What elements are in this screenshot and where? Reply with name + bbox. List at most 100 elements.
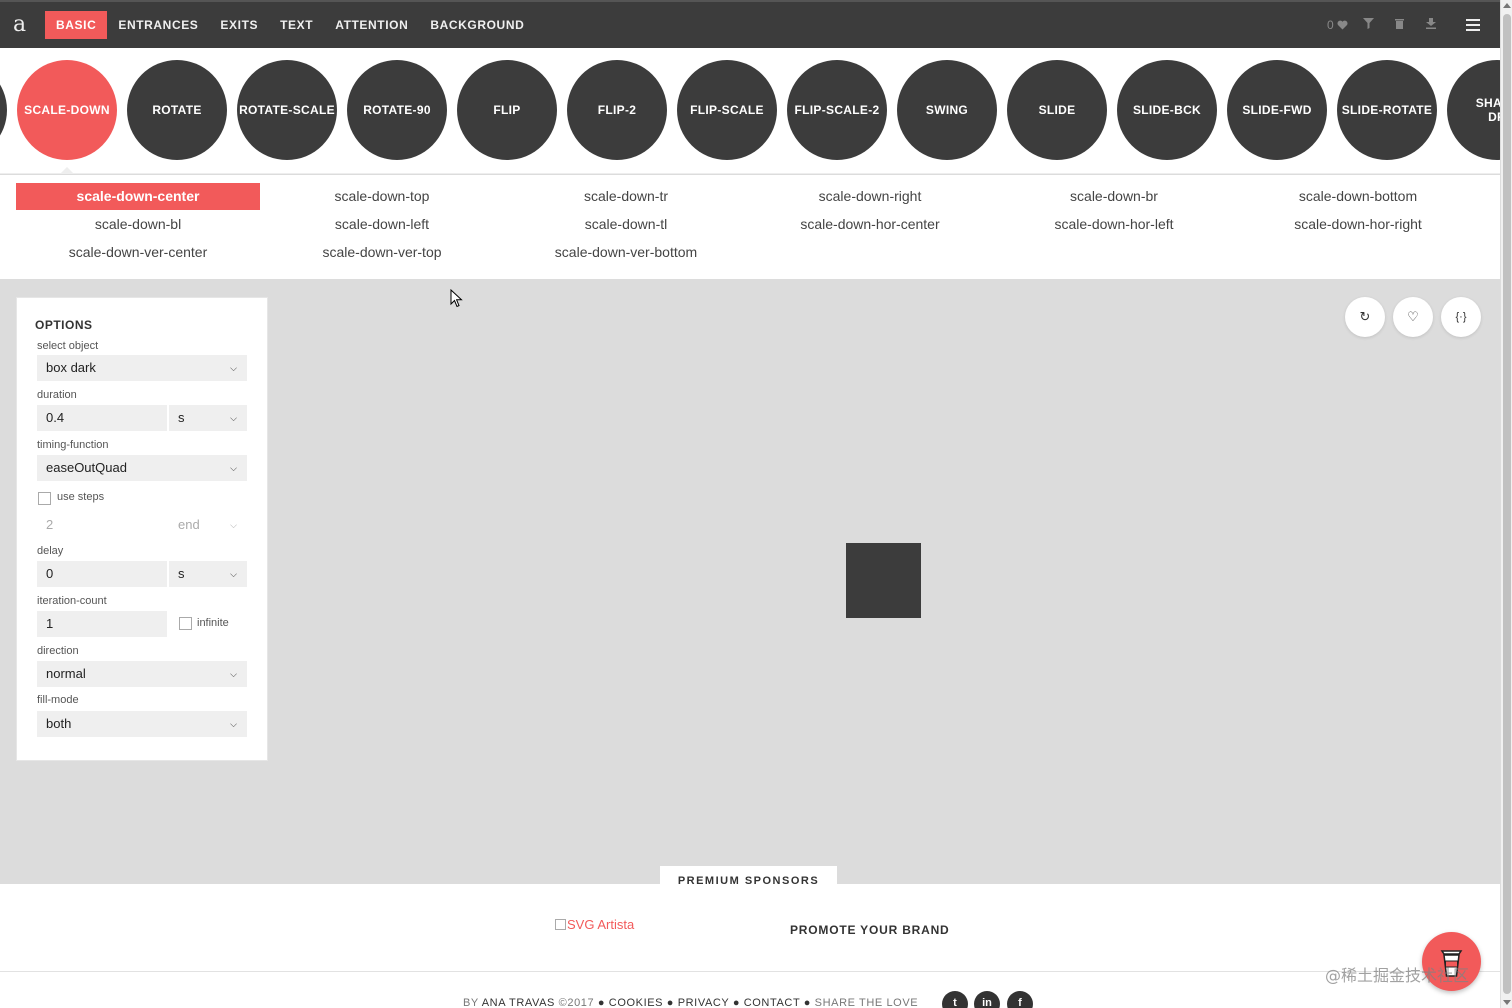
circle-previous[interactable] bbox=[0, 60, 7, 160]
watermark-text: @稀土掘金技术社区 bbox=[1325, 966, 1470, 985]
sponsor-logo-link[interactable]: SVG Artista bbox=[555, 917, 634, 932]
variant-scale-down-hor-center[interactable]: scale-down-hor-center bbox=[748, 211, 992, 238]
circle-list: SCALE-DOWN ROTATE ROTATE-SCALE ROTATE-90… bbox=[0, 60, 1500, 160]
scrollbar-thumb[interactable] bbox=[1503, 14, 1511, 994]
circle-rotate-90[interactable]: ROTATE-90 bbox=[347, 60, 447, 160]
variant-scale-down-br[interactable]: scale-down-br bbox=[992, 183, 1236, 210]
variant-scale-down-center[interactable]: scale-down-center bbox=[16, 183, 260, 210]
circle-flip-2[interactable]: FLIP-2 bbox=[567, 60, 667, 160]
variant-scale-down-ver-bottom[interactable]: scale-down-ver-bottom bbox=[504, 239, 748, 266]
fill-mode-dropdown[interactable]: both ⌵ bbox=[37, 711, 247, 737]
variant-scale-down-left[interactable]: scale-down-left bbox=[260, 211, 504, 238]
circle-slide-fwd[interactable]: SLIDE-FWD bbox=[1227, 60, 1327, 160]
variant-scale-down-ver-center[interactable]: scale-down-ver-center bbox=[16, 239, 260, 266]
timing-function-label: timing-function bbox=[37, 439, 109, 451]
generate-code-button[interactable]: {·} bbox=[1441, 297, 1481, 337]
page-scrollbar[interactable] bbox=[1500, 0, 1512, 1008]
nav-background[interactable]: BACKGROUND bbox=[419, 11, 535, 39]
scroll-up-arrow-icon[interactable] bbox=[1503, 3, 1511, 8]
variant-scale-down-bottom[interactable]: scale-down-bottom bbox=[1236, 183, 1480, 210]
scroll-down-arrow-icon[interactable] bbox=[1503, 1000, 1511, 1005]
contact-link[interactable]: CONTACT bbox=[744, 997, 800, 1008]
nav-exits[interactable]: EXITS bbox=[209, 11, 269, 39]
chevron-down-icon: ⌵ bbox=[230, 569, 237, 579]
duration-unit-value: s bbox=[178, 410, 185, 425]
circle-slide-bck[interactable]: SLIDE-BCK bbox=[1117, 60, 1217, 160]
chevron-down-icon: ⌵ bbox=[230, 520, 237, 530]
variant-scale-down-hor-left[interactable]: scale-down-hor-left bbox=[992, 211, 1236, 238]
nav-text[interactable]: TEXT bbox=[269, 11, 324, 39]
active-indicator bbox=[61, 167, 73, 173]
author-link[interactable]: ANA TRAVAS bbox=[482, 997, 555, 1008]
demo-object-box bbox=[846, 543, 921, 618]
circle-swing[interactable]: SWING bbox=[897, 60, 997, 160]
variant-scale-down-right[interactable]: scale-down-right bbox=[748, 183, 992, 210]
iteration-count-label: iteration-count bbox=[37, 595, 107, 607]
variant-scale-down-tr[interactable]: scale-down-tr bbox=[504, 183, 748, 210]
circle-flip-scale-2[interactable]: FLIP-SCALE-2 bbox=[787, 60, 887, 160]
heart-icon bbox=[1337, 20, 1348, 30]
nav-basic[interactable]: BASIC bbox=[45, 11, 108, 39]
select-object-label: select object bbox=[37, 340, 99, 352]
variant-scale-down-bl[interactable]: scale-down-bl bbox=[16, 211, 260, 238]
footer-year: ©2017 bbox=[558, 997, 595, 1008]
variant-scale-down-tl[interactable]: scale-down-tl bbox=[504, 211, 748, 238]
delay-label: delay bbox=[37, 545, 64, 557]
favorites-counter[interactable]: 0 bbox=[1322, 18, 1353, 32]
use-steps-checkbox[interactable] bbox=[38, 492, 51, 505]
heart-icon: ♡ bbox=[1407, 309, 1419, 324]
download-button[interactable] bbox=[1415, 18, 1446, 32]
timing-function-value: easeOutQuad bbox=[46, 460, 127, 475]
steps-input: 2 bbox=[46, 517, 54, 532]
direction-dropdown[interactable]: normal ⌵ bbox=[37, 661, 247, 687]
variant-scale-down-top[interactable]: scale-down-top bbox=[260, 183, 504, 210]
cookies-link[interactable]: COOKIES bbox=[609, 997, 663, 1008]
circle-slide-rotate[interactable]: SLIDE-ROTATE bbox=[1337, 60, 1437, 160]
circle-flip-scale[interactable]: FLIP-SCALE bbox=[677, 60, 777, 160]
chevron-down-icon: ⌵ bbox=[230, 463, 237, 473]
direction-label: direction bbox=[37, 645, 79, 657]
favorite-button[interactable]: ♡ bbox=[1393, 297, 1433, 337]
delay-unit-select[interactable]: s ⌵ bbox=[169, 561, 247, 587]
steps-position-select: end ⌵ bbox=[169, 512, 247, 538]
use-steps-label: use steps bbox=[57, 491, 105, 503]
hamburger-menu-icon[interactable] bbox=[1466, 16, 1480, 34]
replay-button[interactable]: ↻ bbox=[1345, 297, 1385, 337]
favorites-count: 0 bbox=[1326, 18, 1334, 32]
circle-rotate-scale[interactable]: ROTATE-SCALE bbox=[237, 60, 337, 160]
iteration-count-input[interactable]: 1 bbox=[37, 611, 167, 637]
broken-image-icon bbox=[555, 919, 566, 930]
duration-input[interactable]: 0.4 bbox=[37, 405, 167, 431]
variant-scale-down-hor-right[interactable]: scale-down-hor-right bbox=[1236, 211, 1480, 238]
footer-by: BY bbox=[463, 997, 479, 1008]
duration-label: duration bbox=[37, 389, 77, 401]
variant-list: scale-down-center scale-down-top scale-d… bbox=[0, 175, 1500, 279]
circle-flip[interactable]: FLIP bbox=[457, 60, 557, 160]
timing-function-dropdown[interactable]: easeOutQuad ⌵ bbox=[37, 455, 247, 481]
nav-attention[interactable]: ATTENTION bbox=[324, 11, 419, 39]
select-object-dropdown[interactable]: box dark ⌵ bbox=[37, 355, 247, 381]
circle-slide[interactable]: SLIDE bbox=[1007, 60, 1107, 160]
circle-rotate[interactable]: ROTATE bbox=[127, 60, 227, 160]
mouse-cursor-icon bbox=[450, 289, 463, 308]
variant-scale-down-ver-top[interactable]: scale-down-ver-top bbox=[260, 239, 504, 266]
filter-button[interactable] bbox=[1353, 18, 1384, 32]
logo[interactable]: a bbox=[13, 12, 26, 37]
replay-icon: ↻ bbox=[1359, 309, 1371, 324]
circle-scale-down[interactable]: SCALE-DOWN bbox=[17, 60, 117, 160]
options-panel: OPTIONS select object box dark ⌵ duratio… bbox=[16, 297, 268, 761]
circle-shadow-drop[interactable]: SHADOW-DROP bbox=[1447, 60, 1500, 160]
facebook-share-icon[interactable]: f bbox=[1007, 991, 1033, 1008]
nav-entrances[interactable]: ENTRANCES bbox=[107, 11, 209, 39]
delay-input[interactable]: 0 bbox=[37, 561, 167, 587]
trash-button[interactable] bbox=[1384, 18, 1415, 32]
infinite-checkbox[interactable] bbox=[179, 617, 192, 630]
filter-icon bbox=[1363, 18, 1374, 29]
sponsors-section: SVG Artista PROMOTE YOUR BRAND bbox=[0, 884, 1500, 972]
chevron-down-icon: ⌵ bbox=[230, 669, 237, 679]
promote-your-brand-link[interactable]: PROMOTE YOUR BRAND bbox=[790, 923, 950, 937]
linkedin-share-icon[interactable]: in bbox=[974, 991, 1000, 1008]
duration-unit-select[interactable]: s ⌵ bbox=[169, 405, 247, 431]
twitter-share-icon[interactable]: t bbox=[942, 991, 968, 1008]
privacy-link[interactable]: PRIVACY bbox=[678, 997, 729, 1008]
